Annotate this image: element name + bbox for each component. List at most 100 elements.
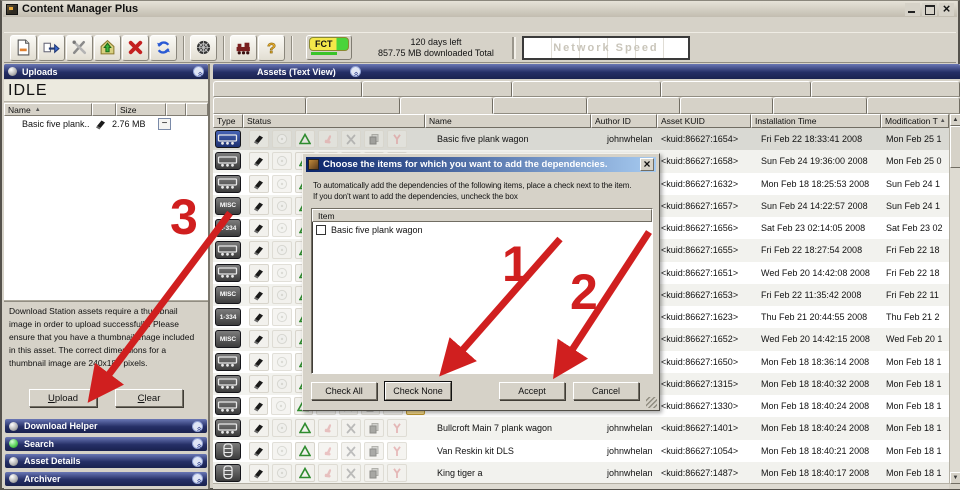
uploads-panel-header[interactable]: Uploads	[4, 64, 208, 79]
filter-tab[interactable]	[773, 97, 866, 114]
item-checkbox[interactable]	[316, 225, 326, 235]
col-status[interactable]: Status	[243, 114, 425, 128]
uploads-col-blank[interactable]	[92, 103, 116, 116]
scroll-up-icon[interactable]: ▲	[950, 114, 960, 126]
asset-author: johnwhelan	[591, 423, 657, 433]
filter-tabs-row1	[213, 81, 960, 97]
clear-button[interactable]: Clear	[115, 389, 183, 407]
asset-installation-time: Mon Feb 18 18:36:14 2008	[751, 357, 881, 367]
accordion-header[interactable]: Search	[5, 437, 207, 451]
web-icon[interactable]	[190, 35, 217, 61]
filter-tab[interactable]	[867, 97, 960, 114]
scroll-down-icon[interactable]: ▼	[950, 472, 960, 484]
asset-kuid: <kuid:86627:1330>	[657, 401, 751, 411]
vertical-scrollbar[interactable]: ▲ ▼	[949, 114, 960, 484]
expand-chevron-icon[interactable]	[192, 456, 203, 467]
asset-status-cell	[243, 130, 425, 148]
asset-name: Basic five plank wagon	[425, 134, 591, 144]
days-left-text: 120 days left	[378, 37, 494, 48]
delete-icon[interactable]	[122, 35, 149, 61]
check-all-button[interactable]: Check All	[311, 382, 377, 400]
filter-tab[interactable]	[493, 97, 586, 114]
filter-tab[interactable]	[587, 97, 680, 114]
disc-icon	[272, 130, 292, 148]
asset-type-icon: MISC	[215, 286, 241, 304]
filter-tab[interactable]	[306, 97, 399, 114]
upload-button[interactable]: Upload	[29, 389, 97, 407]
laptop-icon	[249, 397, 268, 415]
asset-kuid: <kuid:86627:1653>	[657, 290, 751, 300]
accordion-header[interactable]: Archiver	[5, 472, 207, 486]
asset-row[interactable]: King tiger a johnwhelan <kuid:86627:1487…	[213, 462, 949, 484]
expand-chevron-icon[interactable]	[192, 473, 203, 484]
col-asset-kuid[interactable]: Asset KUID	[657, 114, 751, 128]
col-name[interactable]: Name	[425, 114, 591, 128]
expand-chevron-icon[interactable]	[192, 438, 203, 449]
asset-author: johnwhelan	[591, 468, 657, 478]
collapse-chevron-icon[interactable]	[193, 66, 204, 77]
dialog-titlebar[interactable]: Choose the items for which you want to a…	[306, 157, 656, 172]
uploads-col-name[interactable]: Name ▲	[4, 103, 92, 116]
asset-row[interactable]: Bullcroft Main 7 plank wagon johnwhelan …	[213, 417, 949, 439]
item-list-header[interactable]: Item	[312, 209, 652, 222]
asset-type-cell	[213, 175, 243, 193]
asset-modification-time: Fri Feb 22 18	[881, 245, 949, 255]
laptop-icon	[249, 197, 269, 215]
filter-tab[interactable]	[680, 97, 773, 114]
accordion-header[interactable]: Download Helper	[5, 419, 207, 433]
filter-tab[interactable]	[512, 81, 661, 97]
upload-home-icon[interactable]	[94, 35, 121, 61]
refresh-icon[interactable]	[150, 35, 177, 61]
filter-tab[interactable]	[400, 97, 493, 114]
expand-chevron-icon[interactable]	[192, 421, 203, 432]
asset-status-cell	[243, 464, 425, 482]
uploads-col-size[interactable]: Size	[116, 103, 166, 116]
remove-upload-button[interactable]: −	[158, 118, 171, 130]
asset-modification-time: Mon Feb 25 0	[881, 156, 949, 166]
horizontal-scrollbar[interactable]	[213, 483, 949, 489]
cancel-button[interactable]: Cancel	[573, 382, 639, 400]
col-modification-time[interactable]: Modification T ▲	[881, 114, 949, 128]
status-ball-icon	[9, 422, 18, 431]
fct-button[interactable]: FCT	[306, 35, 352, 60]
copy-icon	[364, 442, 384, 460]
import-icon[interactable]	[38, 35, 65, 61]
sort-ascending-icon: ▲	[35, 107, 41, 113]
dependency-item[interactable]: Basic five plank wagon	[312, 222, 652, 235]
asset-modification-time: Mon Feb 18 1	[881, 423, 949, 433]
asset-row[interactable]: Van Reskin kit DLS johnwhelan <kuid:8662…	[213, 440, 949, 462]
panel-options-icon[interactable]	[350, 66, 361, 77]
accordion-header[interactable]: Asset Details	[5, 454, 207, 468]
uploads-col-blank[interactable]	[166, 103, 186, 116]
scrollbar-thumb[interactable]	[950, 126, 960, 168]
filter-tab[interactable]	[362, 81, 511, 97]
help-icon[interactable]: ?	[258, 35, 285, 61]
filter-tab[interactable]	[661, 81, 810, 97]
minimize-button[interactable]	[905, 3, 920, 16]
upload-list-item[interactable]: Basic five plank... 2.76 MB −	[4, 116, 208, 132]
asset-kuid: <kuid:86627:1655>	[657, 245, 751, 255]
new-asset-icon[interactable]	[10, 35, 37, 61]
accept-button[interactable]: Accept	[499, 382, 565, 400]
maximize-button[interactable]	[922, 3, 937, 16]
col-author-id[interactable]: Author ID	[591, 114, 657, 128]
asset-row[interactable]: Basic five plank wagon johnwhelan <kuid:…	[213, 128, 949, 150]
tools-icon[interactable]	[66, 35, 93, 61]
asset-type-cell: 1-334	[213, 308, 243, 326]
assets-panel-header[interactable]: Assets (Text View)	[213, 64, 960, 79]
close-button[interactable]	[939, 3, 954, 16]
filter-tab[interactable]	[213, 81, 362, 97]
dialog-resize-grip[interactable]	[646, 397, 657, 408]
col-installation-time[interactable]: Installation Time	[751, 114, 881, 128]
asset-type-cell	[213, 397, 243, 415]
asset-type-icon	[215, 175, 241, 193]
train-icon[interactable]	[230, 35, 257, 61]
check-none-button[interactable]: Check None	[385, 382, 451, 400]
asset-type-cell: MISC	[213, 330, 243, 348]
dialog-close-button[interactable]	[640, 158, 654, 171]
filter-tab[interactable]	[811, 81, 960, 97]
uploads-col-blank[interactable]	[186, 103, 208, 116]
col-type[interactable]: Type	[213, 114, 243, 128]
asset-name: Bullcroft Main 7 plank wagon	[425, 423, 591, 433]
filter-tab[interactable]	[213, 97, 306, 114]
